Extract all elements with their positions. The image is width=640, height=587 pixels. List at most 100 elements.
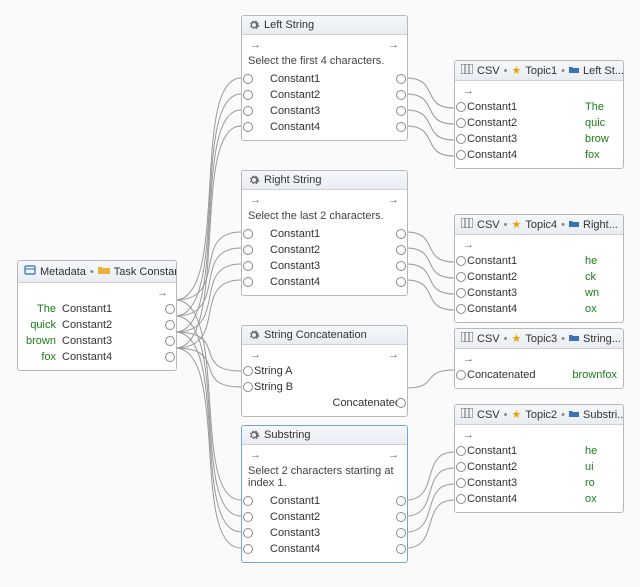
- header-part: Left St...: [583, 65, 623, 77]
- input-row: Constant1The: [461, 99, 617, 114]
- flow-direction: →→: [248, 194, 401, 208]
- port-icon: [396, 106, 406, 116]
- node-topic3[interactable]: CSV• ★ Topic3• String... → Concatenatedb…: [454, 328, 624, 389]
- node-header[interactable]: Left String: [242, 16, 407, 35]
- flow-direction: →→: [248, 449, 401, 463]
- port-icon: [456, 304, 466, 314]
- port-icon: [396, 90, 406, 100]
- node-left-string[interactable]: Left String →→ Select the first 4 charac…: [241, 15, 408, 141]
- input-row: Constant1he: [461, 253, 617, 268]
- flow-direction: →: [461, 239, 617, 253]
- port-icon: [396, 496, 406, 506]
- port-icon: [396, 122, 406, 132]
- port-icon: [396, 512, 406, 522]
- gear-icon: [248, 429, 260, 441]
- input-row: Constant2ui: [461, 459, 617, 474]
- header-part: Metadata: [40, 266, 86, 278]
- flow-canvas[interactable]: Metadata • Task Constants → TheConstant1…: [0, 0, 640, 587]
- header-part: Substri...: [583, 409, 623, 421]
- io-row: Constant2: [248, 509, 401, 524]
- input-row: Constant2quic: [461, 115, 617, 130]
- node-metadata[interactable]: Metadata • Task Constants → TheConstant1…: [17, 260, 177, 371]
- node-substring[interactable]: Substring →→ Select 2 characters startin…: [241, 425, 408, 563]
- port-icon: [456, 150, 466, 160]
- csv-icon: [461, 218, 473, 231]
- port-icon: [456, 118, 466, 128]
- port-icon: [243, 277, 253, 287]
- header-part: Right...: [583, 219, 618, 231]
- port-icon: [396, 544, 406, 554]
- flow-direction: →→: [248, 39, 401, 53]
- flow-direction: →: [461, 429, 617, 443]
- port-icon: [165, 320, 175, 330]
- header-part: Topic4: [525, 219, 557, 231]
- header-part: CSV: [477, 65, 500, 77]
- port-icon: [396, 277, 406, 287]
- node-right-string[interactable]: Right String →→ Select the last 2 charac…: [241, 170, 408, 296]
- node-title: Substring: [264, 429, 310, 441]
- gear-icon: [248, 174, 260, 186]
- port-icon: [243, 261, 253, 271]
- folder-icon: [98, 265, 110, 278]
- node-concat[interactable]: String Concatenation →→ String A String …: [241, 325, 408, 417]
- port-icon: [165, 336, 175, 346]
- output-row: brownConstant3: [24, 333, 170, 348]
- port-icon: [396, 528, 406, 538]
- flow-direction: →: [461, 85, 617, 99]
- node-header[interactable]: CSV• ★ Topic1• Left St...: [455, 61, 623, 81]
- io-row: Constant1: [248, 71, 401, 86]
- io-row: Constant4: [248, 119, 401, 134]
- header-part: CSV: [477, 409, 500, 421]
- port-icon: [243, 496, 253, 506]
- input-row: Constant4ox: [461, 301, 617, 316]
- node-description: Select the last 2 characters.: [248, 210, 401, 222]
- port-icon: [456, 134, 466, 144]
- folder-icon: [569, 409, 579, 421]
- header-part: CSV: [477, 219, 500, 231]
- io-row: Constant1: [248, 226, 401, 241]
- flow-direction: →: [461, 353, 617, 367]
- input-row: Constant4ox: [461, 491, 617, 506]
- node-header[interactable]: Right String: [242, 171, 407, 190]
- folder-icon: [569, 65, 579, 77]
- port-icon: [165, 304, 175, 314]
- csv-icon: [461, 64, 473, 77]
- node-topic4[interactable]: CSV• ★ Topic4• Right... → Constant1he Co…: [454, 214, 624, 323]
- io-row: Constant2: [248, 242, 401, 257]
- node-topic1[interactable]: CSV• ★ Topic1• Left St... → Constant1The…: [454, 60, 624, 169]
- port-icon: [396, 398, 406, 408]
- port-icon: [456, 494, 466, 504]
- node-header[interactable]: CSV• ★ Topic3• String...: [455, 329, 623, 349]
- folder-icon: [569, 219, 579, 231]
- header-part: Topic1: [525, 65, 557, 77]
- port-icon: [243, 106, 253, 116]
- port-icon: [456, 478, 466, 488]
- node-header[interactable]: CSV• ★ Topic4• Right...: [455, 215, 623, 235]
- io-row: Constant4: [248, 274, 401, 289]
- csv-icon: [461, 408, 473, 421]
- node-description: Select 2 characters starting at index 1.: [248, 465, 401, 489]
- port-icon: [243, 544, 253, 554]
- node-topic2[interactable]: CSV• ★ Topic2• Substri... → Constant1he …: [454, 404, 624, 513]
- star-icon: ★: [511, 218, 521, 231]
- output-row: foxConstant4: [24, 349, 170, 364]
- port-icon: [456, 102, 466, 112]
- port-icon: [165, 352, 175, 362]
- port-icon: [456, 370, 466, 380]
- node-header[interactable]: String Concatenation: [242, 326, 407, 345]
- node-header[interactable]: Substring: [242, 426, 407, 445]
- port-icon: [396, 74, 406, 84]
- port-icon: [456, 256, 466, 266]
- port-icon: [396, 229, 406, 239]
- port-icon: [396, 245, 406, 255]
- port-icon: [243, 122, 253, 132]
- output-row: Concatenated: [248, 395, 401, 410]
- io-row: Constant3: [248, 258, 401, 273]
- header-part: String...: [583, 333, 621, 345]
- port-icon: [243, 229, 253, 239]
- node-header[interactable]: CSV• ★ Topic2• Substri...: [455, 405, 623, 425]
- input-row: Constant2ck: [461, 269, 617, 284]
- io-row: Constant2: [248, 87, 401, 102]
- io-row: Constant3: [248, 525, 401, 540]
- node-header[interactable]: Metadata • Task Constants: [18, 261, 176, 283]
